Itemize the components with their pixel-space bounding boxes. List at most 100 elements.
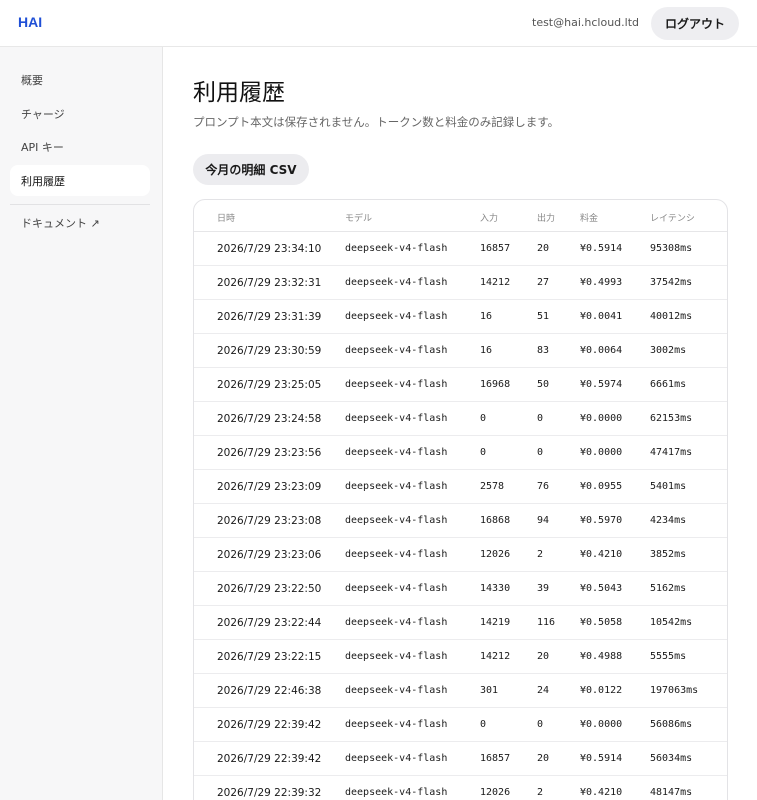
sidebar-item-overview[interactable]: 概要 — [10, 64, 150, 95]
table-row: 2026/7/29 22:39:32 deepseek-v4-flash 12026… — [194, 776, 727, 800]
top-header: HAI test@hai.hcloud.ltd ログアウト — [0, 0, 757, 47]
cell-cost: ¥0.4210 — [580, 787, 623, 798]
cell-datetime: 2026/7/29 23:23:09 — [217, 481, 322, 493]
cell-datetime: 2026/7/29 23:23:08 — [217, 515, 322, 527]
cell-latency: 62153ms — [650, 413, 693, 424]
cell-datetime: 2026/7/29 23:31:39 — [217, 311, 322, 323]
table-row: 2026/7/29 23:23:09 deepseek-v4-flash 2578 7… — [194, 470, 727, 504]
cell-input: 14212 — [480, 277, 511, 288]
column-header-output: 出力 — [537, 214, 556, 224]
cell-input: 12026 — [480, 549, 511, 560]
cell-output: 94 — [537, 515, 550, 526]
sidebar-item-api-keys[interactable]: API キー — [10, 131, 150, 162]
cell-model: deepseek-v4-flash — [345, 651, 448, 662]
cell-latency: 3852ms — [650, 549, 687, 560]
table-row: 2026/7/29 23:31:39 deepseek-v4-flash 16 51 ¥… — [194, 300, 727, 334]
cell-model: deepseek-v4-flash — [345, 447, 448, 458]
cell-input: 0 — [480, 447, 487, 458]
sidebar-item-label: 概要 — [21, 73, 43, 87]
cell-input: 14330 — [480, 583, 511, 594]
table-row: 2026/7/29 23:24:58 deepseek-v4-flash 0 0 ¥0.… — [194, 402, 727, 436]
cell-output: 0 — [537, 413, 544, 424]
cell-input: 0 — [480, 413, 487, 424]
cell-latency: 56086ms — [650, 719, 693, 730]
cell-model: deepseek-v4-flash — [345, 787, 448, 798]
cell-cost: ¥0.0000 — [580, 413, 623, 424]
cell-model: deepseek-v4-flash — [345, 549, 448, 560]
cell-datetime: 2026/7/29 22:39:32 — [217, 787, 322, 799]
table-row: 2026/7/29 22:39:42 deepseek-v4-flash 0 0 ¥0.… — [194, 708, 727, 742]
cell-output: 20 — [537, 243, 550, 254]
page-title: 利用履歴 — [193, 80, 285, 106]
cell-latency: 5162ms — [650, 583, 687, 594]
cell-input: 14212 — [480, 651, 511, 662]
cell-datetime: 2026/7/29 23:22:15 — [217, 651, 322, 663]
cell-output: 39 — [537, 583, 550, 594]
cell-datetime: 2026/7/29 23:23:56 — [217, 447, 322, 459]
monthly-csv-button[interactable]: 今月の明細 CSV — [193, 154, 309, 185]
sidebar-item-label: 利用履歴 — [21, 174, 65, 188]
cell-cost: ¥0.0041 — [580, 311, 623, 322]
table-row: 2026/7/29 23:23:56 deepseek-v4-flash 0 0 ¥0.… — [194, 436, 727, 470]
cell-output: 2 — [537, 549, 544, 560]
sidebar-item-usage-history[interactable]: 利用履歴 — [10, 165, 150, 196]
cell-latency: 5401ms — [650, 481, 687, 492]
table-row: 2026/7/29 23:30:59 deepseek-v4-flash 16 83 ¥… — [194, 334, 727, 368]
table-row: 2026/7/29 23:23:08 deepseek-v4-flash 16868… — [194, 504, 727, 538]
cell-output: 0 — [537, 447, 544, 458]
cell-latency: 3002ms — [650, 345, 687, 356]
cell-input: 16868 — [480, 515, 511, 526]
cell-output: 83 — [537, 345, 550, 356]
cell-datetime: 2026/7/29 23:34:10 — [217, 243, 322, 255]
cell-model: deepseek-v4-flash — [345, 277, 448, 288]
cell-cost: ¥0.5974 — [580, 379, 623, 390]
logout-button[interactable]: ログアウト — [651, 7, 739, 40]
cell-output: 76 — [537, 481, 550, 492]
table-row: 2026/7/29 23:32:31 deepseek-v4-flash 14212… — [194, 266, 727, 300]
cell-cost: ¥0.0064 — [580, 345, 623, 356]
cell-input: 14219 — [480, 617, 511, 628]
cell-model: deepseek-v4-flash — [345, 515, 448, 526]
sidebar-item-label: API キー — [21, 140, 64, 154]
cell-model: deepseek-v4-flash — [345, 617, 448, 628]
app-logo[interactable]: HAI — [18, 14, 42, 30]
sidebar-divider — [10, 204, 150, 205]
sidebar-item-docs[interactable]: ドキュメント ↗ — [10, 207, 150, 238]
cell-input: 0 — [480, 719, 487, 730]
cell-output: 0 — [537, 719, 544, 730]
cell-datetime: 2026/7/29 23:32:31 — [217, 277, 322, 289]
column-header-latency: レイテンシ — [650, 214, 695, 224]
cell-output: 116 — [537, 617, 556, 628]
table-row: 2026/7/29 23:23:06 deepseek-v4-flash 12026… — [194, 538, 727, 572]
cell-cost: ¥0.4210 — [580, 549, 623, 560]
table-row: 2026/7/29 23:22:15 deepseek-v4-flash 14212… — [194, 640, 727, 674]
column-header-model: モデル — [345, 214, 373, 224]
cell-input: 301 — [480, 685, 499, 696]
table-row: 2026/7/29 22:39:42 deepseek-v4-flash 16857… — [194, 742, 727, 776]
cell-output: 51 — [537, 311, 550, 322]
cell-cost: ¥0.4993 — [580, 277, 623, 288]
cell-model: deepseek-v4-flash — [345, 413, 448, 424]
cell-model: deepseek-v4-flash — [345, 379, 448, 390]
cell-datetime: 2026/7/29 22:46:38 — [217, 685, 322, 697]
column-header-datetime: 日時 — [217, 214, 236, 224]
cell-latency: 197063ms — [650, 685, 699, 696]
sidebar-item-label: ドキュメント ↗ — [21, 216, 100, 230]
table-row: 2026/7/29 22:46:38 deepseek-v4-flash 301 24… — [194, 674, 727, 708]
cell-latency: 56034ms — [650, 753, 693, 764]
cell-model: deepseek-v4-flash — [345, 753, 448, 764]
cell-model: deepseek-v4-flash — [345, 243, 448, 254]
cell-model: deepseek-v4-flash — [345, 311, 448, 322]
cell-input: 16857 — [480, 243, 511, 254]
cell-output: 27 — [537, 277, 550, 288]
cell-model: deepseek-v4-flash — [345, 685, 448, 696]
cell-latency: 10542ms — [650, 617, 693, 628]
main-content: 利用履歴 プロンプト本文は保存されません。トークン数と料金のみ記録します。 今月… — [163, 47, 757, 800]
cell-output: 20 — [537, 651, 550, 662]
cell-datetime: 2026/7/29 22:39:42 — [217, 719, 322, 731]
sidebar-item-charge[interactable]: チャージ — [10, 98, 150, 129]
cell-cost: ¥0.0122 — [580, 685, 623, 696]
cell-datetime: 2026/7/29 23:24:58 — [217, 413, 322, 425]
cell-cost: ¥0.0955 — [580, 481, 623, 492]
table-row: 2026/7/29 23:22:50 deepseek-v4-flash 14330… — [194, 572, 727, 606]
